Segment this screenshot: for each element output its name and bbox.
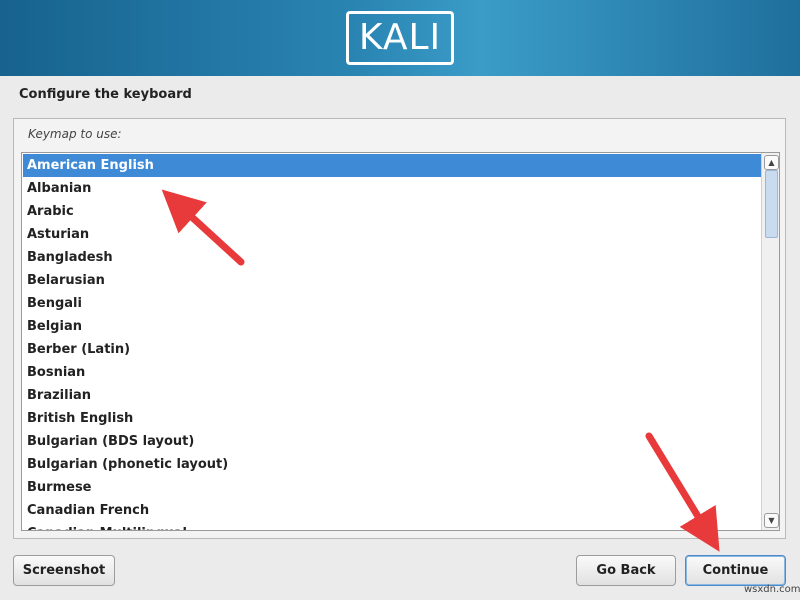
list-item[interactable]: American English: [23, 154, 761, 177]
keymap-list[interactable]: American English Albanian Arabic Asturian Ba…: [21, 152, 780, 531]
list-item[interactable]: Bangladesh: [23, 246, 761, 269]
page-title: Configure the keyboard: [19, 87, 192, 102]
keymap-list-items: American English Albanian Arabic Asturian Ba…: [23, 154, 761, 530]
list-item[interactable]: Asturian: [23, 223, 761, 246]
list-item[interactable]: Burmese: [23, 476, 761, 499]
keymap-scrollbar[interactable]: ▲ ▼: [761, 153, 779, 530]
list-item[interactable]: Canadian Multilingual: [23, 522, 761, 530]
list-item[interactable]: Arabic: [23, 200, 761, 223]
list-item[interactable]: Bulgarian (phonetic layout): [23, 453, 761, 476]
kali-banner: KALI: [0, 0, 800, 76]
chevron-up-icon[interactable]: ▲: [764, 155, 779, 170]
list-item[interactable]: Canadian French: [23, 499, 761, 522]
list-item[interactable]: Bengali: [23, 292, 761, 315]
list-item[interactable]: Bosnian: [23, 361, 761, 384]
list-item[interactable]: Belarusian: [23, 269, 761, 292]
list-item[interactable]: Berber (Latin): [23, 338, 761, 361]
watermark: wsxdn.com: [744, 584, 800, 595]
scrollbar-thumb[interactable]: [765, 170, 778, 238]
kali-logo: KALI: [358, 17, 442, 58]
list-item[interactable]: British English: [23, 407, 761, 430]
list-item[interactable]: Bulgarian (BDS layout): [23, 430, 761, 453]
list-item[interactable]: Belgian: [23, 315, 761, 338]
go-back-button[interactable]: Go Back: [576, 555, 676, 586]
keymap-label: Keymap to use:: [28, 127, 122, 141]
chevron-down-icon[interactable]: ▼: [764, 513, 779, 528]
list-item[interactable]: Brazilian: [23, 384, 761, 407]
screenshot-button[interactable]: Screenshot: [13, 555, 115, 586]
list-item[interactable]: Albanian: [23, 177, 761, 200]
continue-button[interactable]: Continue: [685, 555, 786, 586]
